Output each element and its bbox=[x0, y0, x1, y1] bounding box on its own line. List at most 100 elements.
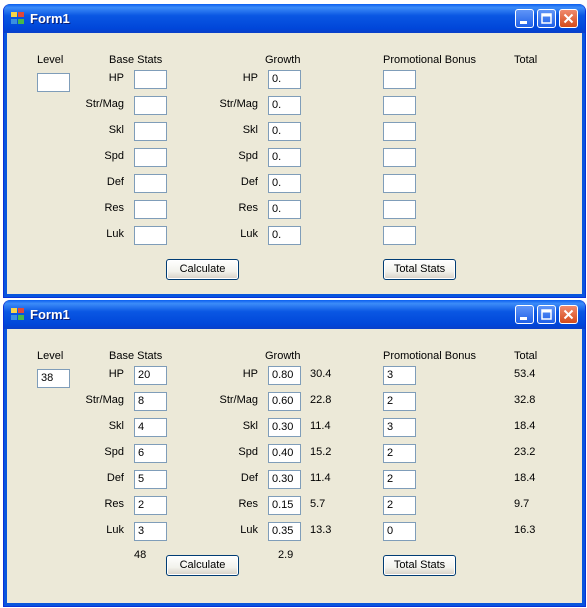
total-strmag: 32.8 bbox=[514, 394, 536, 406]
growth-luk-input[interactable]: 0. bbox=[268, 226, 301, 245]
form-client-area: Level Base Stats Growth Promotional Bonu… bbox=[8, 329, 581, 602]
base-label-spd: Spd bbox=[104, 446, 124, 458]
base-label-strmag: Str/Mag bbox=[85, 98, 124, 110]
promo-strmag-input[interactable] bbox=[383, 96, 416, 115]
base-label-def: Def bbox=[106, 472, 124, 484]
base-label-hp: HP bbox=[108, 368, 124, 380]
base-label-strmag: Str/Mag bbox=[85, 394, 124, 406]
growth-label-hp: HP bbox=[242, 72, 258, 84]
total-header: Total bbox=[514, 54, 538, 66]
base-sum-value: 48 bbox=[134, 549, 147, 561]
close-button[interactable] bbox=[559, 305, 578, 324]
maximize-button[interactable] bbox=[537, 305, 556, 324]
base-label-hp: HP bbox=[108, 72, 124, 84]
growth-result-res: 5.7 bbox=[310, 498, 326, 510]
level-input[interactable]: 38 bbox=[37, 369, 70, 388]
base-skl-input[interactable]: 4 bbox=[134, 418, 167, 437]
total-hp: 53.4 bbox=[514, 368, 536, 380]
base-luk-input[interactable]: 3 bbox=[134, 522, 167, 541]
growth-label-spd: Spd bbox=[238, 446, 258, 458]
base-def-input[interactable]: 5 bbox=[134, 470, 167, 489]
growth-luk-input[interactable]: 0.35 bbox=[268, 522, 301, 541]
growth-strmag-input[interactable]: 0. bbox=[268, 96, 301, 115]
calculate-button[interactable]: Calculate bbox=[166, 555, 239, 576]
growth-result-def: 11.4 bbox=[310, 472, 331, 484]
growth-def-input[interactable]: 0. bbox=[268, 174, 301, 193]
total-stats-button[interactable]: Total Stats bbox=[383, 555, 456, 576]
total-def: 18.4 bbox=[514, 472, 536, 484]
growth-skl-input[interactable]: 0. bbox=[268, 122, 301, 141]
app-icon bbox=[11, 308, 25, 321]
promo-luk-input[interactable]: 0 bbox=[383, 522, 416, 541]
base-spd-input[interactable]: 6 bbox=[134, 444, 167, 463]
promo-spd-input[interactable] bbox=[383, 148, 416, 167]
promo-def-input[interactable]: 2 bbox=[383, 470, 416, 489]
close-icon bbox=[563, 309, 574, 320]
growth-def-input[interactable]: 0.30 bbox=[268, 470, 301, 489]
base-spd-input[interactable] bbox=[134, 148, 167, 167]
promo-skl-input[interactable] bbox=[383, 122, 416, 141]
promo-res-input[interactable]: 2 bbox=[383, 496, 416, 515]
base-strmag-input[interactable] bbox=[134, 96, 167, 115]
growth-res-input[interactable]: 0. bbox=[268, 200, 301, 219]
promo-res-input[interactable] bbox=[383, 200, 416, 219]
window-title: Form1 bbox=[30, 307, 70, 322]
base-skl-input[interactable] bbox=[134, 122, 167, 141]
growth-label-spd: Spd bbox=[238, 150, 258, 162]
promotional-bonus-header: Promotional Bonus bbox=[383, 54, 476, 66]
growth-result-strmag: 22.8 bbox=[310, 394, 332, 406]
level-label: Level bbox=[37, 350, 64, 362]
growth-header: Growth bbox=[265, 54, 301, 66]
level-input[interactable] bbox=[37, 73, 70, 92]
close-button[interactable] bbox=[559, 9, 578, 28]
calculate-button[interactable]: Calculate bbox=[166, 259, 239, 280]
growth-hp-input[interactable]: 0. bbox=[268, 70, 301, 89]
minimize-button[interactable] bbox=[515, 305, 534, 324]
promo-def-input[interactable] bbox=[383, 174, 416, 193]
growth-label-res: Res bbox=[238, 498, 258, 510]
maximize-button[interactable] bbox=[537, 9, 556, 28]
total-stats-button[interactable]: Total Stats bbox=[383, 259, 456, 280]
base-hp-input[interactable] bbox=[134, 70, 167, 89]
base-label-luk: Luk bbox=[106, 524, 124, 536]
maximize-icon bbox=[541, 13, 552, 24]
base-def-input[interactable] bbox=[134, 174, 167, 193]
total-res: 9.7 bbox=[514, 498, 530, 510]
base-res-input[interactable]: 2 bbox=[134, 496, 167, 515]
total-luk: 16.3 bbox=[514, 524, 536, 536]
base-label-res: Res bbox=[104, 498, 124, 510]
promo-strmag-input[interactable]: 2 bbox=[383, 392, 416, 411]
growth-spd-input[interactable]: 0.40 bbox=[268, 444, 301, 463]
base-label-res: Res bbox=[104, 202, 124, 214]
base-hp-input[interactable]: 20 bbox=[134, 366, 167, 385]
base-strmag-input[interactable]: 8 bbox=[134, 392, 167, 411]
promo-hp-input[interactable] bbox=[383, 70, 416, 89]
growth-strmag-input[interactable]: 0.60 bbox=[268, 392, 301, 411]
promo-luk-input[interactable] bbox=[383, 226, 416, 245]
growth-skl-input[interactable]: 0.30 bbox=[268, 418, 301, 437]
maximize-icon bbox=[541, 309, 552, 320]
growth-hp-input[interactable]: 0.80 bbox=[268, 366, 301, 385]
growth-label-strmag: Str/Mag bbox=[219, 394, 258, 406]
growth-res-input[interactable]: 0.15 bbox=[268, 496, 301, 515]
promo-skl-input[interactable]: 3 bbox=[383, 418, 416, 437]
base-stats-header: Base Stats bbox=[109, 350, 163, 362]
total-spd: 23.2 bbox=[514, 446, 536, 458]
title-bar[interactable]: Form1 bbox=[4, 300, 585, 329]
base-luk-input[interactable] bbox=[134, 226, 167, 245]
title-bar[interactable]: Form1 bbox=[4, 4, 585, 33]
promo-spd-input[interactable]: 2 bbox=[383, 444, 416, 463]
base-label-skl: Skl bbox=[108, 124, 124, 136]
growth-result-hp: 30.4 bbox=[310, 368, 332, 380]
base-res-input[interactable] bbox=[134, 200, 167, 219]
growth-label-strmag: Str/Mag bbox=[219, 98, 258, 110]
growth-label-hp: HP bbox=[242, 368, 258, 380]
close-icon bbox=[563, 13, 574, 24]
promo-hp-input[interactable]: 3 bbox=[383, 366, 416, 385]
promotional-bonus-header: Promotional Bonus bbox=[383, 350, 476, 362]
growth-label-res: Res bbox=[238, 202, 258, 214]
growth-label-skl: Skl bbox=[242, 124, 258, 136]
base-label-def: Def bbox=[106, 176, 124, 188]
growth-spd-input[interactable]: 0. bbox=[268, 148, 301, 167]
minimize-button[interactable] bbox=[515, 9, 534, 28]
